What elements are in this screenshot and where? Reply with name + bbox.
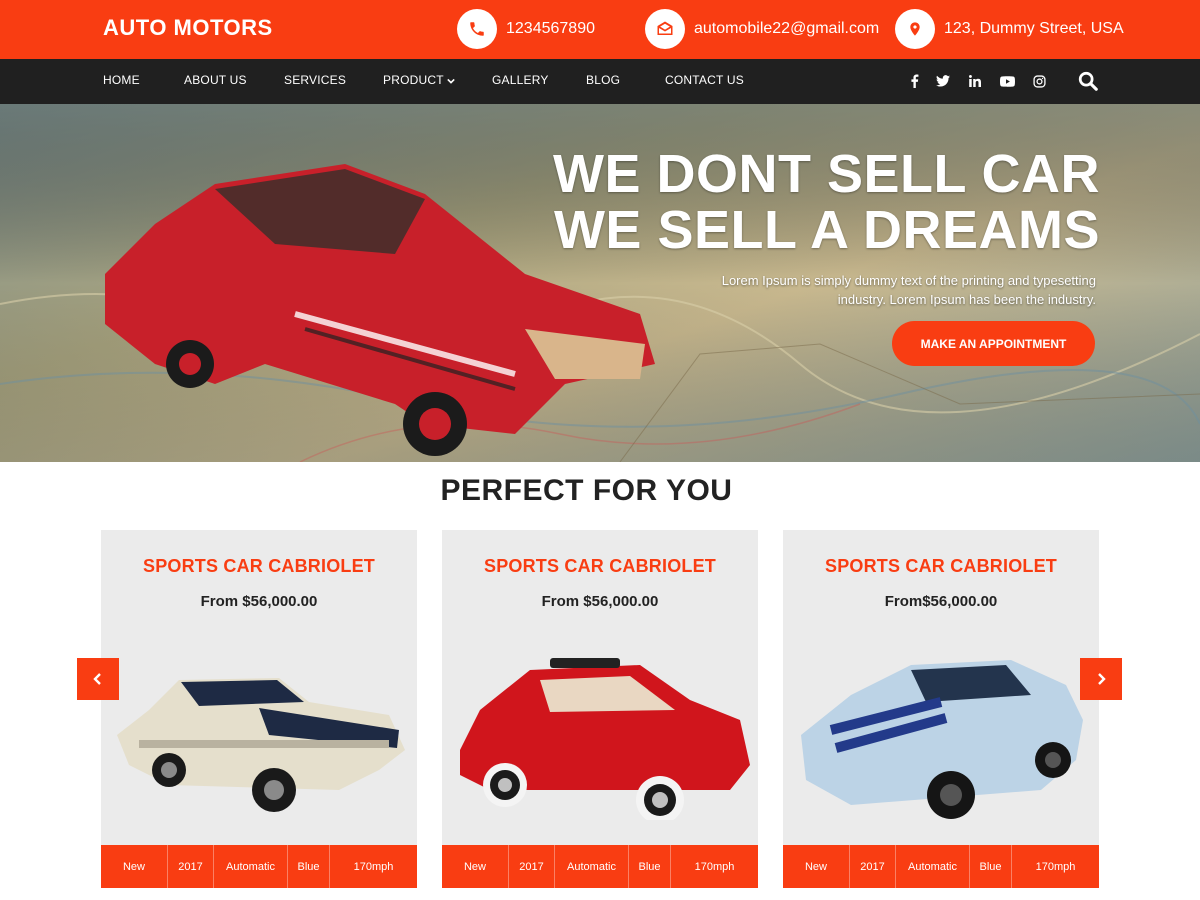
fiat-car-image — [460, 658, 750, 820]
youtube-icon[interactable] — [999, 73, 1015, 89]
facebook-icon[interactable] — [906, 73, 922, 89]
chevron-down-icon — [446, 78, 455, 84]
nav-about-us[interactable]: ABOUT US — [184, 73, 247, 87]
top-bar: AUTO MOTORS 1234567890 automobile22@gmai… — [0, 0, 1200, 59]
street-address: 123, Dummy Street, USA — [944, 20, 1124, 37]
contact-email[interactable]: automobile22@gmail.com — [645, 9, 879, 49]
spec-condition: New — [442, 845, 509, 888]
hero-headline-line1: WE DONT SELL CAR — [553, 144, 1100, 204]
map-pin-icon — [895, 9, 935, 49]
spec-year: 2017 — [850, 845, 896, 888]
spec-transmission: Automatic — [214, 845, 288, 888]
nav-services[interactable]: SERVICES — [284, 73, 346, 87]
car-card[interactable]: SPORTS CAR CABRIOLET From $56,000.00 New… — [101, 530, 417, 888]
nav-home[interactable]: HOME — [103, 73, 140, 87]
phone-icon — [457, 9, 497, 49]
contact-address[interactable]: 123, Dummy Street, USA — [895, 9, 1124, 49]
twitter-icon[interactable] — [935, 73, 951, 89]
hero-description-line2: industry. Lorem Ipsum has been the indus… — [837, 292, 1096, 307]
car-specs-bar: New 2017 Automatic Blue 170mph — [101, 845, 417, 888]
main-nav: HOME ABOUT US SERVICES PRODUCT GALLERY B… — [0, 59, 1200, 104]
hero-headline: WE DONT SELL CAR WE SELL A DREAMS — [553, 146, 1100, 258]
spec-color: Blue — [288, 845, 330, 888]
classic-car-image — [117, 678, 405, 812]
email-address: automobile22@gmail.com — [694, 20, 880, 37]
spec-top-speed: 170mph — [1035, 860, 1076, 873]
carousel-prev-button[interactable] — [77, 658, 119, 700]
nav-contact-us[interactable]: CONTACT US — [665, 73, 744, 87]
linkedin-icon[interactable] — [967, 73, 983, 89]
mustang-car-image — [801, 660, 1083, 819]
spec-top-speed: 170mph — [694, 860, 735, 873]
brand-logo[interactable]: AUTO MOTORS — [103, 15, 273, 41]
spec-year: 2017 — [168, 845, 214, 888]
spec-top-speed: 170mph — [353, 860, 394, 873]
hero-headline-line2: WE SELL A DREAMS — [553, 200, 1100, 260]
spec-year: 2017 — [509, 845, 555, 888]
car-card-price: From$56,000.00 — [884, 593, 998, 610]
make-appointment-button[interactable]: MAKE AN APPOINTMENT — [892, 321, 1095, 366]
nav-blog[interactable]: BLOG — [586, 73, 620, 87]
instagram-icon[interactable] — [1031, 73, 1047, 89]
spec-condition: New — [783, 845, 850, 888]
nav-product[interactable]: PRODUCT — [383, 73, 455, 87]
car-specs-bar: New 2017 Automatic Blue 170mph — [783, 845, 1099, 888]
car-card-title[interactable]: SPORTS CAR CABRIOLET — [442, 556, 758, 577]
spec-transmission: Automatic — [555, 845, 629, 888]
spec-condition: New — [101, 845, 168, 888]
phone-number: 1234567890 — [506, 20, 595, 37]
spec-color: Blue — [970, 845, 1012, 888]
search-icon[interactable] — [1077, 70, 1099, 92]
contact-phone[interactable]: 1234567890 — [457, 9, 595, 49]
car-specs-bar: New 2017 Automatic Blue 170mph — [442, 845, 758, 888]
hero-description-line1: Lorem Ipsum is simply dummy text of the … — [721, 273, 1096, 288]
envelope-icon — [645, 9, 685, 49]
car-card-price: From $56,000.00 — [541, 593, 659, 610]
car-card[interactable]: SPORTS CAR CABRIOLET From$56,000.00 New … — [783, 530, 1099, 888]
spec-transmission: Automatic — [896, 845, 970, 888]
spec-color: Blue — [629, 845, 671, 888]
carousel-next-button[interactable] — [1080, 658, 1122, 700]
car-card-price: From $56,000.00 — [200, 593, 318, 610]
hero-banner: WE DONT SELL CAR WE SELL A DREAMS Lorem … — [0, 104, 1200, 462]
section-title: PERFECT FOR YOU — [440, 474, 733, 507]
nav-gallery[interactable]: GALLERY — [492, 73, 549, 87]
car-card-title[interactable]: SPORTS CAR CABRIOLET — [101, 556, 417, 577]
hero-description: Lorem Ipsum is simply dummy text of the … — [676, 271, 1096, 309]
chevron-left-icon — [93, 673, 101, 685]
car-card[interactable]: SPORTS CAR CABRIOLET From $56,000.00 New… — [442, 530, 758, 888]
nav-product-label: PRODUCT — [383, 73, 444, 87]
car-card-title[interactable]: SPORTS CAR CABRIOLET — [783, 556, 1099, 577]
chevron-right-icon — [1098, 673, 1106, 685]
